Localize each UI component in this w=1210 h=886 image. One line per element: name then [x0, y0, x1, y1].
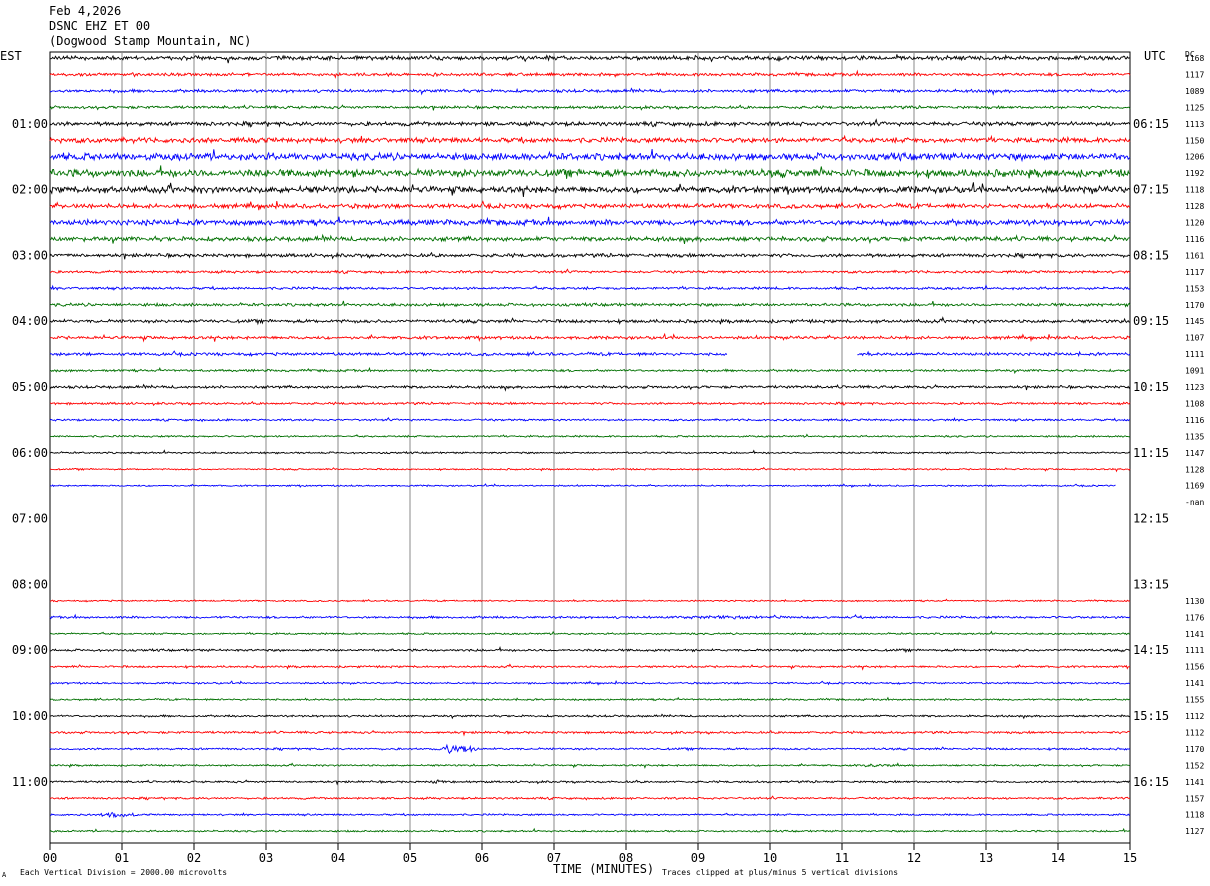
dc-label: 1170: [1185, 301, 1204, 310]
dc-label: 1123: [1185, 383, 1204, 392]
x-tick-label: 10: [763, 851, 777, 865]
dc-label: 1089: [1185, 87, 1204, 96]
right-hour-label: 11:15: [1133, 446, 1169, 460]
left-hour-label: 10:00: [12, 709, 48, 723]
dc-label: -nan: [1185, 498, 1204, 507]
right-hour-label: 06:15: [1133, 117, 1169, 131]
dc-offset-labels: 1168111710891125111311501206119211181128…: [1185, 54, 1204, 836]
left-hour-label: 02:00: [12, 183, 48, 197]
dc-label: 1116: [1185, 416, 1204, 425]
dc-label: 1161: [1185, 251, 1204, 260]
x-tick-label: 04: [331, 851, 345, 865]
right-hour-label: 12:15: [1133, 512, 1169, 526]
dc-label: 1116: [1185, 235, 1204, 244]
dc-label: 1107: [1185, 334, 1204, 343]
left-hour-label: 08:00: [12, 577, 48, 591]
corner-mark: A: [2, 871, 7, 879]
left-timezone-label: EST: [0, 49, 22, 63]
dc-label: 1112: [1185, 728, 1204, 737]
x-tick-label: 01: [115, 851, 129, 865]
left-hour-label: 06:00: [12, 446, 48, 460]
x-tick-label: 14: [1051, 851, 1065, 865]
dc-label: 1141: [1185, 778, 1204, 787]
dc-label: 1155: [1185, 696, 1204, 705]
dc-header-label: DC: [1185, 50, 1195, 59]
dc-label: 1111: [1185, 646, 1204, 655]
left-hour-label: 05:00: [12, 380, 48, 394]
helicorder-plot: 00 01 02 03 04 05 06 07 08 09 10 11 12 13 14 15 01:0002…: [0, 49, 1204, 865]
dc-label: 1118: [1185, 186, 1204, 195]
scale-note: Each Vertical Division = 2000.00 microvo…: [20, 868, 228, 877]
dc-label: 1130: [1185, 597, 1204, 606]
dc-label: 1128: [1185, 202, 1204, 211]
x-tick-label: 03: [259, 851, 273, 865]
x-tick-label: 11: [835, 851, 849, 865]
dc-label: 1108: [1185, 399, 1204, 408]
dc-label: 1145: [1185, 317, 1204, 326]
dc-label: 1117: [1185, 70, 1204, 79]
dc-label: 1113: [1185, 120, 1204, 129]
dc-label: 1153: [1185, 284, 1204, 293]
dc-label: 1150: [1185, 136, 1204, 145]
x-tick-label: 13: [979, 851, 993, 865]
right-hour-label: 08:15: [1133, 248, 1169, 262]
dc-label: 1135: [1185, 432, 1204, 441]
clip-note: Traces clipped at plus/minus 5 vertical …: [662, 868, 899, 877]
dc-label: 1156: [1185, 663, 1204, 672]
dc-label: 1176: [1185, 613, 1204, 622]
right-hour-label: 16:15: [1133, 775, 1169, 789]
left-hour-labels: 01:00 02:00 03:00 04:00 05:00 06:00 07:00 08:00…: [12, 117, 48, 789]
right-hour-label: 14:15: [1133, 643, 1169, 657]
dc-label: 1206: [1185, 153, 1204, 162]
dc-label: 1157: [1185, 794, 1204, 803]
dc-label: 1118: [1185, 811, 1204, 820]
right-hour-label: 07:15: [1133, 183, 1169, 197]
left-hour-label: 04:00: [12, 314, 48, 328]
right-hour-labels: 06:15 07:15 08:15 09:15 10:15 11:15 12:15 13:15…: [1133, 117, 1169, 789]
right-hour-label: 15:15: [1133, 709, 1169, 723]
dc-label: 1141: [1185, 679, 1204, 688]
right-timezone-label: UTC: [1144, 49, 1166, 63]
left-hour-label: 11:00: [12, 775, 48, 789]
dc-label: 1169: [1185, 482, 1204, 491]
dc-label: 1128: [1185, 465, 1204, 474]
x-tick-label: 15: [1123, 851, 1137, 865]
left-hour-label: 09:00: [12, 643, 48, 657]
left-hour-label: 01:00: [12, 117, 48, 131]
left-hour-label: 07:00: [12, 512, 48, 526]
dc-label: 1192: [1185, 169, 1204, 178]
dc-label: 1127: [1185, 827, 1204, 836]
x-tick-label: 12: [907, 851, 921, 865]
dc-label: 1111: [1185, 350, 1204, 359]
dc-label: 1152: [1185, 761, 1204, 770]
x-tick-label: 05: [403, 851, 417, 865]
right-hour-label: 13:15: [1133, 577, 1169, 591]
x-tick-label: 06: [475, 851, 489, 865]
x-tick-label: 09: [691, 851, 705, 865]
left-hour-label: 03:00: [12, 248, 48, 262]
dc-label: 1170: [1185, 745, 1204, 754]
x-tick-label: 02: [187, 851, 201, 865]
dc-label: 1117: [1185, 268, 1204, 277]
right-hour-label: 10:15: [1133, 380, 1169, 394]
x-axis-title: TIME (MINUTES): [553, 862, 655, 876]
dc-label: 1112: [1185, 712, 1204, 721]
dc-label: 1091: [1185, 367, 1204, 376]
x-tick-label: 00: [43, 851, 57, 865]
dc-label: 1141: [1185, 630, 1204, 639]
dc-label: 1147: [1185, 449, 1204, 458]
dc-label: 1120: [1185, 219, 1204, 228]
dc-label: 1125: [1185, 103, 1204, 112]
right-hour-label: 09:15: [1133, 314, 1169, 328]
